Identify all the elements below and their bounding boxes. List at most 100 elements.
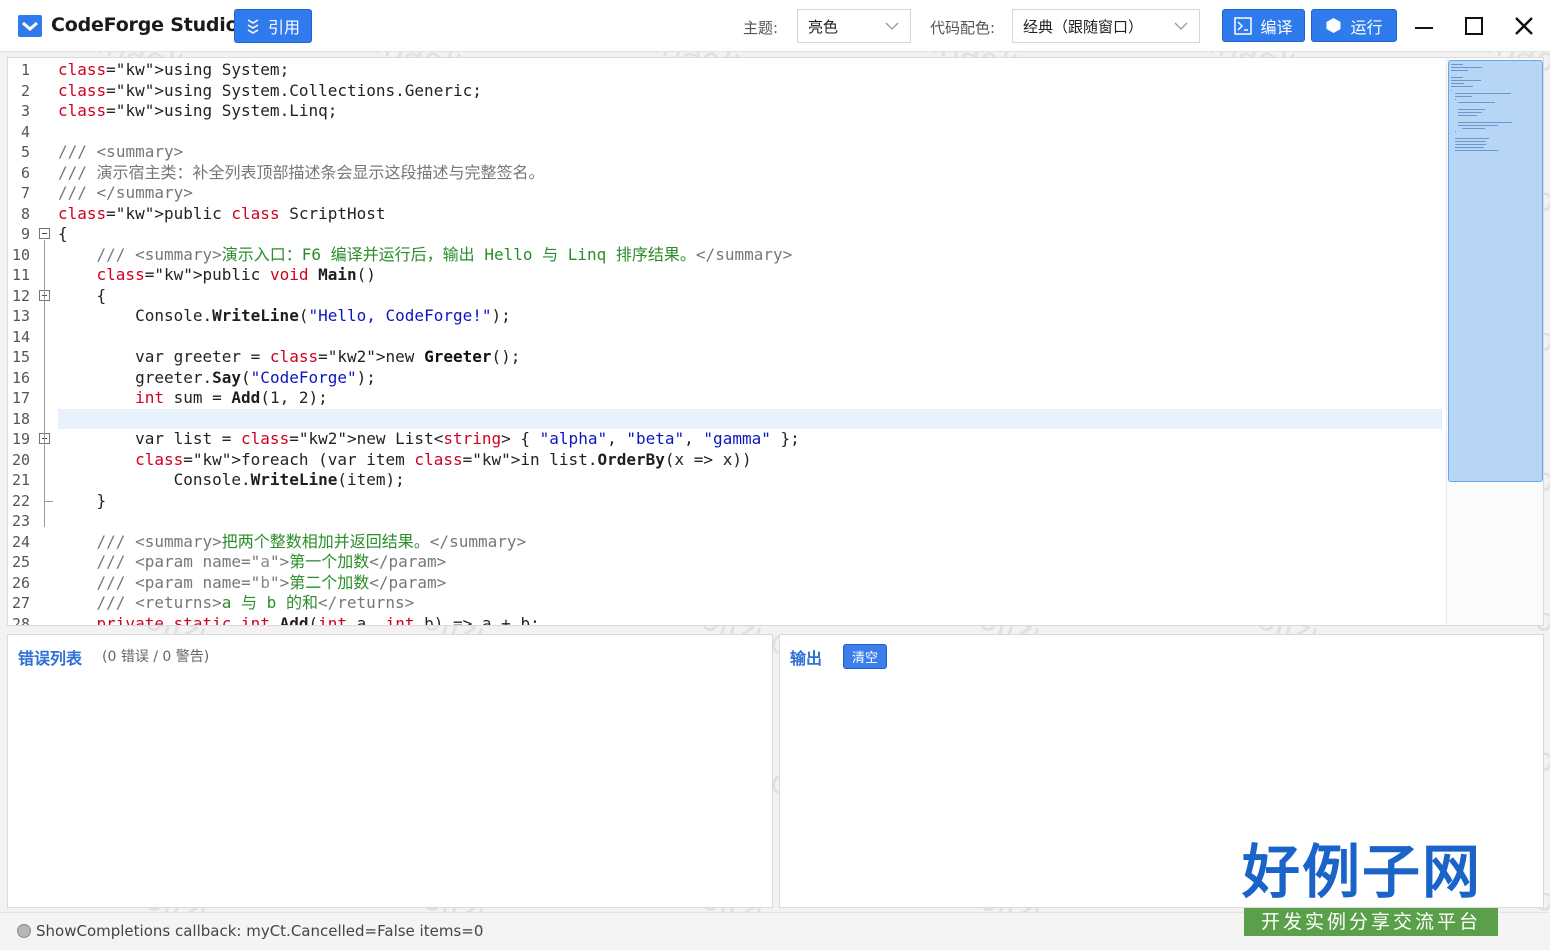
code-line[interactable]: class="kw">using System;	[58, 60, 289, 80]
code-line[interactable]: class="kw">public void Main()	[58, 265, 376, 285]
minimap-line	[1458, 108, 1485, 110]
code-line[interactable]: int sum = Add(1, 2);	[58, 388, 328, 408]
line-number: 12	[11, 286, 30, 305]
minimize-icon	[1415, 27, 1433, 29]
code-line[interactable]: class="kw">using System.Linq;	[58, 101, 337, 121]
code-line[interactable]: /// <summary>把两个整数相加并返回结果。</summary>	[58, 532, 527, 552]
line-number: 21	[11, 471, 30, 489]
line-number: 19	[11, 430, 30, 448]
output-panel: 输出 清空	[779, 634, 1544, 908]
minimap-line	[1458, 102, 1496, 104]
code-line[interactable]: /// <returns>a 与 b 的和</returns>	[58, 593, 415, 613]
line-number: 28	[11, 614, 30, 626]
code-scheme-label: 代码配色:	[930, 19, 996, 37]
error-summary: (0 错误 / 0 警告)	[102, 649, 210, 665]
line-number: 18	[11, 409, 30, 428]
line-number: 16	[11, 368, 30, 387]
compile-icon	[1234, 16, 1253, 35]
minimap-line	[1458, 112, 1482, 113]
line-number: 8	[20, 204, 30, 223]
minimap-line	[1458, 121, 1513, 123]
code-line[interactable]: private static int Add(int a, int b) => …	[58, 614, 540, 626]
line-number: 20	[11, 450, 30, 469]
close-button[interactable]	[1509, 12, 1539, 40]
minimap-line	[1454, 131, 1456, 133]
compile-button[interactable]: 编译	[1222, 9, 1305, 42]
run-label: 运行	[1350, 17, 1383, 37]
line-number: 9	[20, 225, 30, 243]
code-line[interactable]: class="kw">using System.Collections.Gene…	[58, 81, 482, 101]
code-editor[interactable]: 1 2 3 4 5 6 7 8 9 10 11 12 13 14 15 16 17 18 19 20 21 22 23 24 2…	[7, 57, 1544, 626]
maximize-icon	[1465, 17, 1483, 35]
minimap-line	[1454, 92, 1511, 94]
fold-toggle-icon[interactable]	[39, 228, 50, 239]
line-number: 17	[11, 389, 30, 407]
line-number: 25	[11, 553, 30, 571]
line-number: 5	[20, 143, 30, 161]
close-icon	[1515, 17, 1533, 35]
line-number: 23	[11, 512, 30, 530]
fold-guide	[44, 240, 45, 527]
theme-label: 主题:	[743, 19, 779, 37]
minimap-line	[1451, 67, 1483, 69]
minimap-line	[1458, 124, 1499, 126]
reference-label: 引用	[267, 18, 300, 37]
status-bar: ShowCompletions callback: myCt.Cancelled…	[0, 912, 1550, 950]
code-line[interactable]: {	[58, 286, 107, 306]
run-button[interactable]: 运行	[1311, 9, 1397, 42]
code-line[interactable]: greeter.Say("CodeForge");	[58, 368, 376, 388]
minimap-line	[1454, 99, 1456, 101]
minimap-line	[1461, 128, 1485, 129]
line-number: 14	[11, 327, 30, 346]
minimap-viewport[interactable]	[1448, 60, 1543, 482]
code-line[interactable]: /// <summary>演示入口：F6 编译并运行后，输出 Hello 与 L…	[58, 245, 793, 265]
minimap-line	[1451, 64, 1464, 65]
code-line[interactable]: var list = class="kw2">new List<string> …	[58, 429, 800, 449]
fold-end-marker	[44, 500, 53, 502]
minimap-line	[1451, 80, 1482, 81]
error-list-title[interactable]: 错误列表	[18, 645, 82, 669]
theme-select[interactable]: 亮色	[797, 9, 911, 43]
app-title: CodeForge Studio	[51, 14, 239, 36]
reference-button[interactable]: 引用	[234, 9, 312, 43]
chevron-down-icon	[1174, 22, 1188, 30]
code-scheme-select[interactable]: 经典（跟随窗口）	[1012, 9, 1200, 43]
line-number: 27	[11, 594, 30, 612]
clear-output-button[interactable]: 清空	[843, 644, 887, 669]
line-number-gutter: 1 2 3 4 5 6 7 8 9 10 11 12 13 14 15 16 17 18 19 20 21 22 23 24 2…	[8, 58, 58, 625]
code-line[interactable]: /// <summary>	[58, 142, 183, 162]
minimap-line	[1454, 137, 1489, 139]
reference-icon	[247, 19, 259, 34]
code-line[interactable]: class="kw">public class ScriptHost	[58, 204, 386, 224]
line-number: 1	[20, 61, 30, 79]
line-number: 4	[20, 122, 30, 141]
line-number: 15	[11, 348, 30, 366]
line-number: 6	[20, 163, 30, 182]
code-line[interactable]: {	[58, 224, 68, 244]
minimap-line	[1451, 86, 1473, 88]
minimap-line	[1454, 140, 1486, 142]
code-line[interactable]: }	[58, 491, 107, 511]
code-line[interactable]: /// <param name="b">第二个加数</param>	[58, 573, 447, 593]
output-title[interactable]: 输出	[790, 645, 822, 669]
code-line[interactable]: /// <param name="a">第一个加数</param>	[58, 552, 447, 572]
minimap-line	[1454, 147, 1485, 149]
code-area[interactable]: class="kw">using System; class="kw">using…	[58, 58, 1443, 625]
compile-label: 编译	[1260, 17, 1293, 37]
code-line[interactable]: /// </summary>	[58, 183, 193, 203]
minimap-line	[1451, 83, 1465, 85]
minimize-button[interactable]	[1409, 12, 1439, 40]
minimap[interactable]	[1446, 58, 1543, 625]
line-number: 26	[11, 573, 30, 592]
code-line[interactable]: var greeter = class="kw2">new Greeter();	[58, 347, 520, 367]
status-text: ShowCompletions callback: myCt.Cancelled…	[36, 922, 484, 940]
line-number: 3	[20, 102, 30, 120]
minimap-line	[1458, 115, 1478, 117]
code-line[interactable]: Console.WriteLine(item);	[58, 470, 405, 490]
code-line[interactable]: class="kw">foreach (var item class="kw">…	[58, 450, 752, 470]
maximize-button[interactable]	[1459, 12, 1489, 40]
line-number: 2	[20, 81, 30, 100]
theme-value: 亮色	[808, 17, 839, 36]
code-line[interactable]: Console.WriteLine("Hello, CodeForge!");	[58, 306, 511, 326]
code-line[interactable]: /// 演示宿主类：补全列表顶部描述条会显示这段描述与完整签名。	[58, 163, 545, 183]
